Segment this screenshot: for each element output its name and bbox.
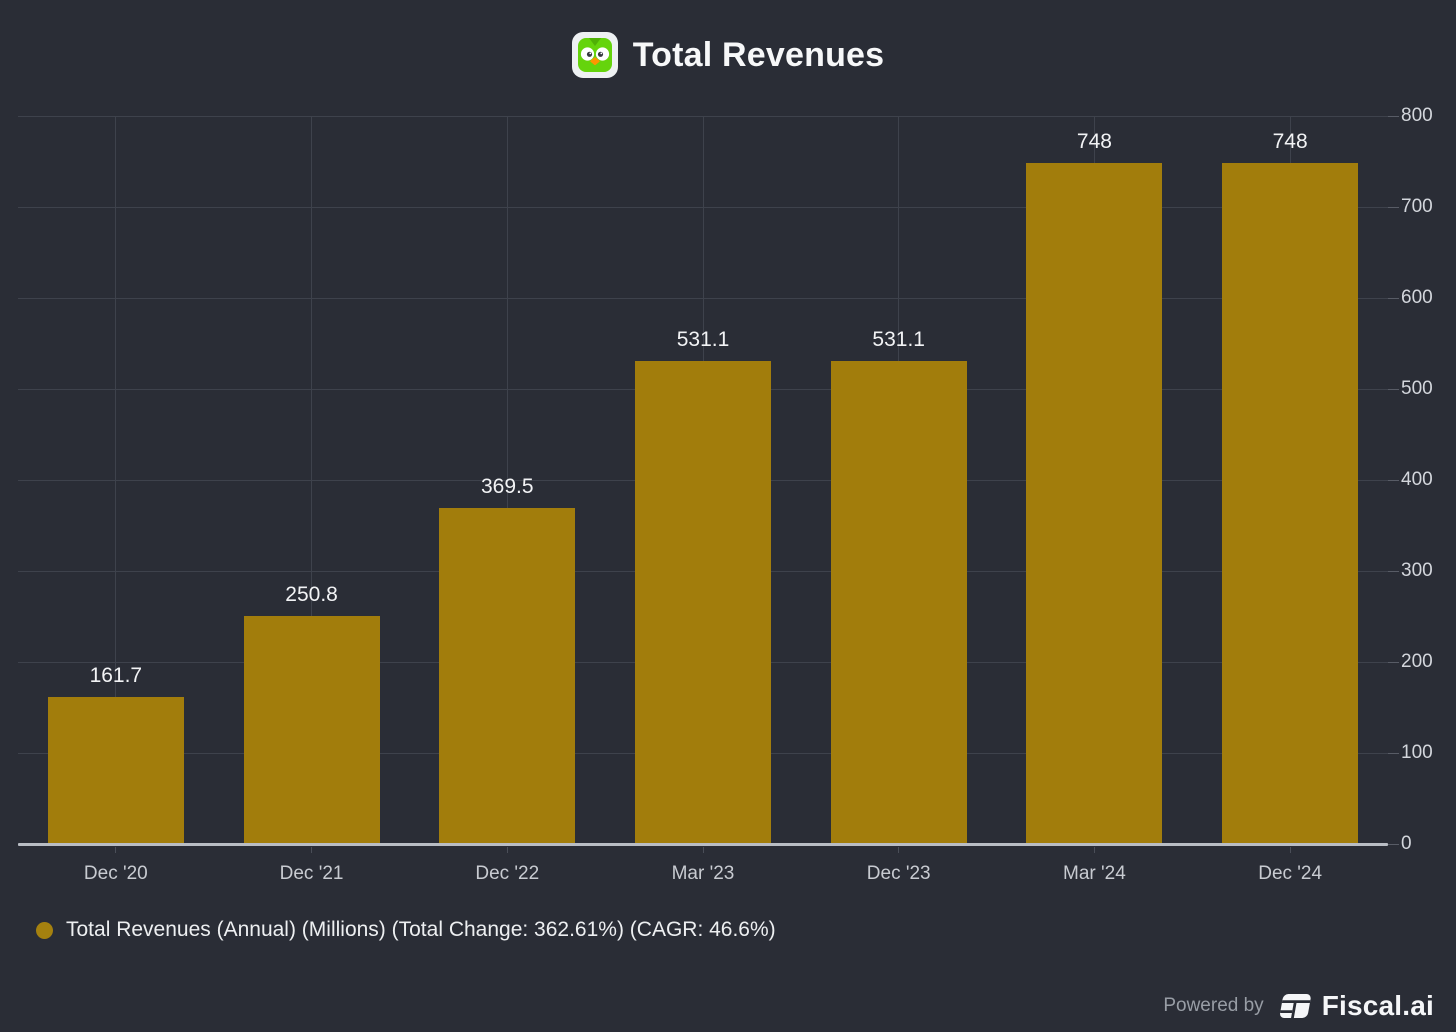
revenue-bar[interactable] xyxy=(439,507,576,844)
chart-page: Total Revenues 0 100 200 300 400 500 600 700 800… xyxy=(0,0,1456,1032)
y-axis-label: 600 xyxy=(1401,287,1433,308)
x-axis-tick xyxy=(115,847,117,853)
y-axis-label: 700 xyxy=(1401,196,1433,217)
y-axis-tick xyxy=(1388,661,1399,663)
y-axis-tick xyxy=(1388,115,1399,117)
y-axis-label: 0 xyxy=(1401,833,1412,854)
revenue-bar[interactable] xyxy=(243,615,380,844)
x-axis-tick xyxy=(898,847,900,853)
legend-marker-icon xyxy=(36,921,53,939)
y-axis-label: 800 xyxy=(1401,105,1433,126)
bar-value-label: 531.1 xyxy=(676,327,730,351)
x-axis-tick xyxy=(311,847,313,853)
revenue-bar[interactable] xyxy=(1026,163,1163,844)
bar-value-label: 748 xyxy=(1076,130,1112,154)
legend[interactable]: Total Revenues (Annual) (Millions) (Tota… xyxy=(36,918,776,942)
revenue-bar[interactable] xyxy=(830,360,967,844)
y-axis-tick xyxy=(1388,479,1399,481)
bar-value-label: 250.8 xyxy=(285,582,338,606)
y-axis-tick xyxy=(1388,752,1399,754)
y-axis-label: 300 xyxy=(1401,560,1433,581)
y-axis-tick xyxy=(1388,843,1399,845)
y-axis-label: 500 xyxy=(1401,378,1433,399)
y-axis-label: 200 xyxy=(1401,651,1433,672)
fiscal-ai-logo-icon xyxy=(1279,994,1311,1018)
y-axis-tick xyxy=(1388,388,1399,390)
brand-name: Fiscal.ai xyxy=(1321,990,1434,1021)
x-axis-tick xyxy=(1093,847,1095,853)
y-axis-tick xyxy=(1388,297,1399,299)
y-axis-tick xyxy=(1388,206,1399,208)
x-axis-label: Dec '20 xyxy=(83,863,148,884)
legend-label: Total Revenues (Annual) (Millions) (Tota… xyxy=(66,918,776,941)
y-axis-label: 100 xyxy=(1401,742,1433,763)
y-axis-tick xyxy=(1388,570,1399,572)
revenue-bar[interactable] xyxy=(47,696,184,844)
bar-value-label: 369.5 xyxy=(481,474,534,498)
x-axis-label: Dec '23 xyxy=(866,863,931,884)
footer-branding[interactable]: Powered by Fiscal.ai xyxy=(1163,990,1434,1022)
bar-value-label: 531.1 xyxy=(872,327,925,351)
bar-value-label: 748 xyxy=(1272,130,1308,154)
x-axis-label: Mar '23 xyxy=(671,863,735,884)
revenue-bar[interactable] xyxy=(635,360,771,844)
x-axis-label: Dec '24 xyxy=(1258,863,1323,884)
bar-value-label: 161.7 xyxy=(89,663,143,687)
x-axis-tick xyxy=(702,847,704,853)
x-axis-label: Dec '21 xyxy=(279,863,344,884)
x-axis-tick xyxy=(506,847,508,853)
plot-area: 0 100 200 300 400 500 600 700 800 161.7 Dec '20 250… xyxy=(0,0,1456,1032)
powered-by-text: Powered by xyxy=(1163,995,1264,1016)
x-axis-line xyxy=(18,843,1388,846)
x-axis-label: Mar '24 xyxy=(1063,863,1126,884)
x-axis-tick xyxy=(1289,847,1291,853)
y-axis-label: 400 xyxy=(1401,469,1433,490)
x-axis-label: Dec '22 xyxy=(475,863,540,884)
revenue-bar[interactable] xyxy=(1222,163,1359,844)
